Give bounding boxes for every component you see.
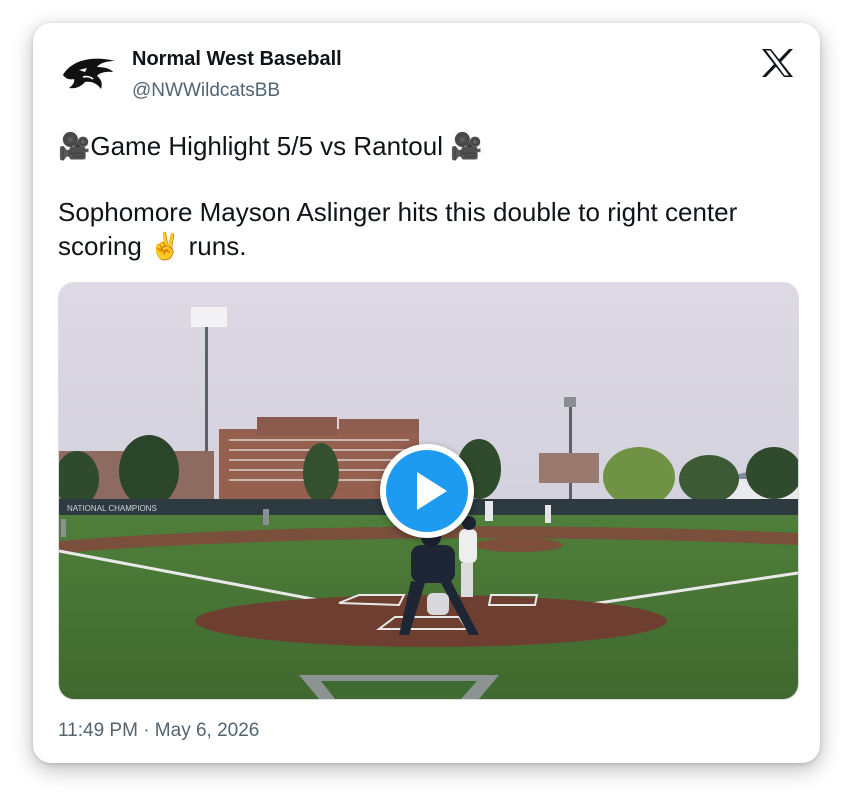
tweet-timestamp[interactable]: 11:49 PM · May 6, 2026 <box>58 720 259 742</box>
x-logo-icon[interactable] <box>761 48 794 78</box>
tweet-text: 🎥Game Highlight 5/5 vs Rantoul 🎥 Sophomo… <box>58 129 798 263</box>
tweet-card: Normal West Baseball @NWWildcatsBB 🎥Game… <box>33 23 820 763</box>
outfield-banner-text: NATIONAL CHAMPIONS <box>67 504 157 513</box>
tweet-body: Sophomore Mayson Aslinger hits this doub… <box>58 197 738 261</box>
account-display-name[interactable]: Normal West Baseball <box>132 48 342 71</box>
play-icon[interactable] <box>386 450 468 532</box>
video-player[interactable]: NATIONAL CHAMPIONS <box>58 282 799 700</box>
tweet-headline: 🎥Game Highlight 5/5 vs Rantoul 🎥 <box>58 131 483 161</box>
wildcat-logo-icon[interactable] <box>61 53 117 93</box>
play-button[interactable] <box>380 444 474 538</box>
account-handle[interactable]: @NWWildcatsBB <box>132 80 280 102</box>
